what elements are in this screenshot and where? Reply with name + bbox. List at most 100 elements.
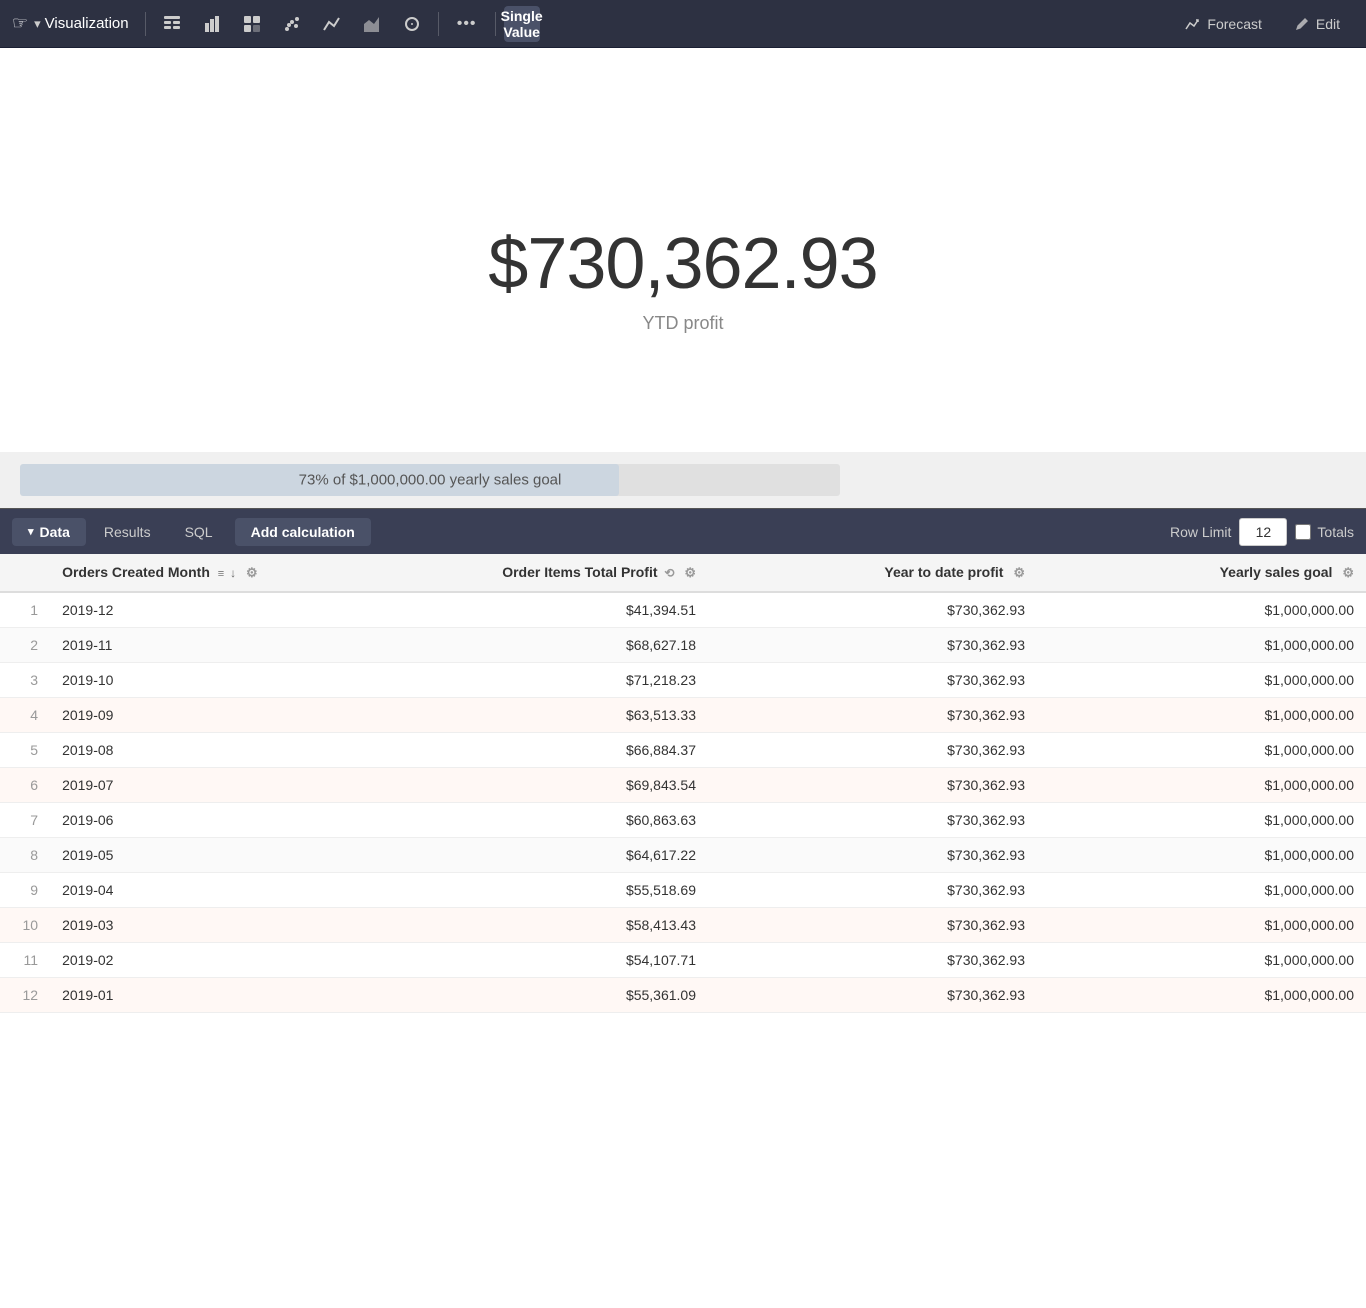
- cell-month: 2019-10: [50, 663, 379, 698]
- totals-area: Totals: [1295, 524, 1354, 540]
- edit-btn[interactable]: Edit: [1280, 10, 1354, 38]
- viz-area: $730,362.93 YTD profit 73% of $1,000,000…: [0, 48, 1366, 508]
- cell-row-num: 12: [0, 978, 50, 1013]
- gauge-icon: [402, 14, 422, 34]
- line-chart-btn[interactable]: [314, 6, 350, 42]
- cell-month: 2019-07: [50, 768, 379, 803]
- filter-icon[interactable]: ≡: [218, 568, 224, 580]
- cell-profit: $69,843.54: [379, 768, 708, 803]
- table-row: 5 2019-08 $66,884.37 $730,362.93 $1,000,…: [0, 733, 1366, 768]
- th-profit-label: Order Items Total Profit: [502, 564, 657, 580]
- cell-row-num: 2: [0, 628, 50, 663]
- viz-goal-bar: 73% of $1,000,000.00 yearly sales goal: [0, 452, 1366, 508]
- cell-ytd: $730,362.93: [708, 943, 1037, 978]
- cell-goal: $1,000,000.00: [1037, 628, 1366, 663]
- bar-chart-btn[interactable]: [194, 6, 230, 42]
- cell-row-num: 5: [0, 733, 50, 768]
- cell-profit: $55,361.09: [379, 978, 708, 1013]
- table-row: 9 2019-04 $55,518.69 $730,362.93 $1,000,…: [0, 873, 1366, 908]
- cell-ytd: $730,362.93: [708, 908, 1037, 943]
- totals-checkbox[interactable]: [1295, 524, 1311, 540]
- cell-goal: $1,000,000.00: [1037, 698, 1366, 733]
- table-body: 1 2019-12 $41,394.51 $730,362.93 $1,000,…: [0, 592, 1366, 1013]
- single-value-btn[interactable]: Single Value: [504, 6, 540, 42]
- table-row: 3 2019-10 $71,218.23 $730,362.93 $1,000,…: [0, 663, 1366, 698]
- row-limit-input[interactable]: [1239, 518, 1287, 546]
- area-chart-icon: [362, 14, 382, 34]
- table-row: 2 2019-11 $68,627.18 $730,362.93 $1,000,…: [0, 628, 1366, 663]
- table-row: 6 2019-07 $69,843.54 $730,362.93 $1,000,…: [0, 768, 1366, 803]
- cell-goal: $1,000,000.00: [1037, 733, 1366, 768]
- data-panel-header: ▾ Data Results SQL Add calculation Row L…: [0, 508, 1366, 554]
- cell-row-num: 8: [0, 838, 50, 873]
- toolbar: ☞ ▾ Visualization: [0, 0, 1366, 48]
- sort-down-icon[interactable]: ↓: [230, 566, 236, 580]
- tab-data[interactable]: ▾ Data: [12, 518, 86, 546]
- toolbar-left: ☞ ▾ Visualization: [12, 6, 540, 42]
- cell-month: 2019-03: [50, 908, 379, 943]
- cell-row-num: 10: [0, 908, 50, 943]
- cell-profit: $60,863.63: [379, 803, 708, 838]
- cell-goal: $1,000,000.00: [1037, 838, 1366, 873]
- cell-month: 2019-06: [50, 803, 379, 838]
- th-orders-label: Orders Created Month: [62, 564, 210, 580]
- add-calculation-btn[interactable]: Add calculation: [235, 518, 371, 546]
- cell-goal: $1,000,000.00: [1037, 943, 1366, 978]
- data-tab-label: Data: [40, 524, 70, 540]
- divider-1: [145, 12, 146, 36]
- cell-month: 2019-12: [50, 592, 379, 628]
- th-yearly-gear[interactable]: ⚙: [1342, 565, 1354, 581]
- table-header-row: Orders Created Month ≡ ↓ ⚙ Order Items T…: [0, 554, 1366, 592]
- table-row: 11 2019-02 $54,107.71 $730,362.93 $1,000…: [0, 943, 1366, 978]
- cell-profit: $54,107.71: [379, 943, 708, 978]
- cell-ytd: $730,362.93: [708, 838, 1037, 873]
- vis-dropdown-arrow[interactable]: ▾: [34, 16, 41, 32]
- cell-ytd: $730,362.93: [708, 803, 1037, 838]
- th-yearly-goal: Yearly sales goal ⚙: [1037, 554, 1366, 592]
- table-view-btn[interactable]: [154, 6, 190, 42]
- cell-month: 2019-04: [50, 873, 379, 908]
- pivot-icon: ⟲: [664, 566, 674, 580]
- th-ytd-profit: Year to date profit ⚙: [708, 554, 1037, 592]
- cell-row-num: 7: [0, 803, 50, 838]
- gauge-btn[interactable]: [394, 6, 430, 42]
- cell-goal: $1,000,000.00: [1037, 803, 1366, 838]
- forecast-btn[interactable]: Forecast: [1171, 10, 1275, 38]
- cell-ytd: $730,362.93: [708, 592, 1037, 628]
- th-profit-gear[interactable]: ⚙: [684, 565, 696, 581]
- cell-ytd: $730,362.93: [708, 978, 1037, 1013]
- viz-value: $730,362.93: [488, 223, 877, 305]
- scatter-btn[interactable]: [274, 6, 310, 42]
- tab-results[interactable]: Results: [88, 518, 167, 546]
- row-limit-area: Row Limit Totals: [1170, 518, 1354, 546]
- th-row-num: [0, 554, 50, 592]
- cell-month: 2019-01: [50, 978, 379, 1013]
- cell-ytd: $730,362.93: [708, 768, 1037, 803]
- cell-profit: $71,218.23: [379, 663, 708, 698]
- divider-2: [438, 12, 439, 36]
- bar-chart-icon: [202, 14, 222, 34]
- visualization-label: Visualization: [45, 15, 129, 32]
- pivot-btn[interactable]: [234, 6, 270, 42]
- more-btn[interactable]: •••: [447, 6, 487, 42]
- tab-sql[interactable]: SQL: [169, 518, 229, 546]
- cell-row-num: 4: [0, 698, 50, 733]
- results-tab-label: Results: [104, 524, 151, 540]
- cell-goal: $1,000,000.00: [1037, 908, 1366, 943]
- cell-profit: $55,518.69: [379, 873, 708, 908]
- area-chart-btn[interactable]: [354, 6, 390, 42]
- cell-profit: $58,413.43: [379, 908, 708, 943]
- cell-profit: $66,884.37: [379, 733, 708, 768]
- cell-goal: $1,000,000.00: [1037, 768, 1366, 803]
- cell-month: 2019-05: [50, 838, 379, 873]
- table-row: 8 2019-05 $64,617.22 $730,362.93 $1,000,…: [0, 838, 1366, 873]
- th-orders-gear[interactable]: ⚙: [246, 565, 258, 581]
- divider-3: [495, 12, 496, 36]
- cell-month: 2019-02: [50, 943, 379, 978]
- pivot-icon: [242, 14, 262, 34]
- cell-row-num: 9: [0, 873, 50, 908]
- th-yearly-label: Yearly sales goal: [1220, 564, 1333, 580]
- forecast-label: Forecast: [1207, 16, 1261, 32]
- viz-label: YTD profit: [642, 313, 723, 334]
- th-ytd-gear[interactable]: ⚙: [1013, 565, 1025, 581]
